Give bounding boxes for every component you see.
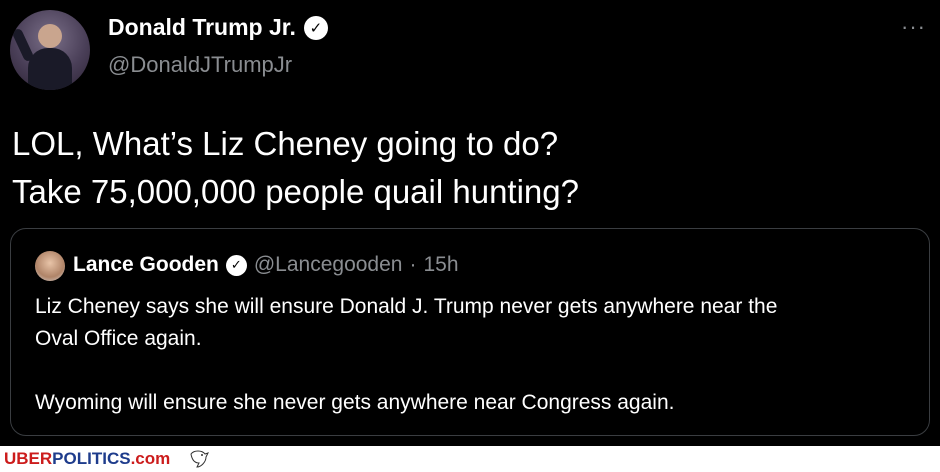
author-avatar[interactable] xyxy=(10,10,90,90)
author-name-row: Donald Trump Jr. ✓ xyxy=(108,14,328,41)
verified-badge-icon: ✓ xyxy=(303,15,328,40)
watermark-bar: UBERPOLITICS.com xyxy=(0,446,940,472)
watermark-logo: UBERPOLITICS.com xyxy=(4,449,171,468)
quoted-author-handle: @Lancegooden xyxy=(253,253,403,276)
quoted-tweet[interactable]: Lance Gooden ✓ @Lancegooden · 15h Liz Ch… xyxy=(10,228,930,436)
quoted-author-name: Lance Gooden xyxy=(73,253,219,276)
quoted-timestamp: 15h xyxy=(423,253,459,276)
tweet: Donald Trump Jr. ✓ @DonaldJTrumpJr ··· L… xyxy=(0,0,940,446)
more-dots-icon[interactable]: ··· xyxy=(901,14,926,40)
quoted-author-avatar xyxy=(35,251,65,281)
author-handle[interactable]: @DonaldJTrumpJr xyxy=(108,52,292,78)
tweet-text-line-2: Take 75,000,000 people quail hunting? xyxy=(12,173,579,210)
quoted-tweet-header: Lance Gooden ✓ @Lancegooden · 15h xyxy=(73,253,459,277)
author-name[interactable]: Donald Trump Jr. xyxy=(108,14,296,41)
tweet-text: LOL, What’s Liz Cheney going to do? Take… xyxy=(12,120,579,216)
quoted-verified-badge-icon: ✓ xyxy=(225,254,247,276)
quoted-tweet-text: Liz Cheney says she will ensure Donald J… xyxy=(35,295,778,414)
eagle-icon xyxy=(190,450,210,468)
tweet-text-line-1: LOL, What’s Liz Cheney going to do? xyxy=(12,125,559,162)
quoted-separator: · xyxy=(409,253,417,276)
